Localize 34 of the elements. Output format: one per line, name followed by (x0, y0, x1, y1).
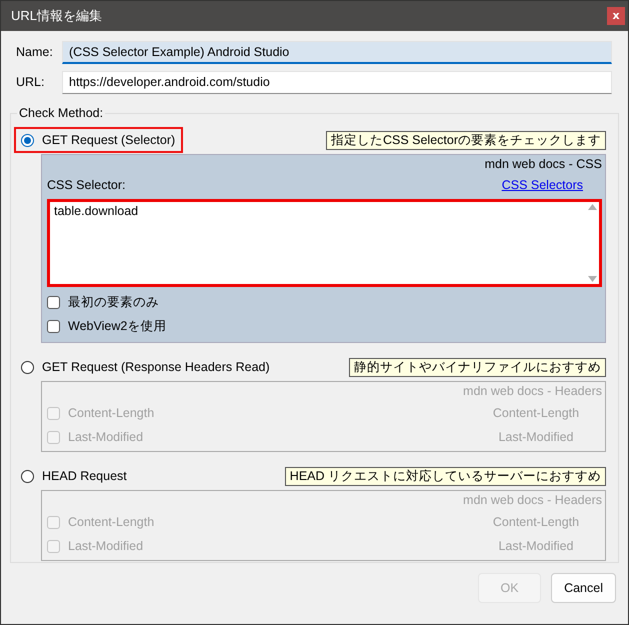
checkbox-label: Last-Modified (68, 539, 144, 553)
checkbox-label: Content-Length (68, 406, 156, 420)
checkbox[interactable] (47, 406, 60, 420)
docs-link[interactable]: CSS Selectors (502, 178, 583, 192)
checkbox[interactable] (47, 320, 60, 332)
field-label: URL: (16, 75, 46, 89)
radio-option[interactable]: GET Request (Response Headers Read) (14, 354, 278, 380)
window-title: URL情報を編集 (11, 7, 102, 25)
dialog-button[interactable]: Cancel (551, 573, 616, 603)
checkbox-label: WebView2を使用 (68, 318, 168, 334)
checkbox-label: 最初の要素のみ (68, 294, 160, 310)
caption-text: mdn web docs - Headers (462, 384, 602, 400)
caption-text: mdn web docs - Headers (462, 493, 602, 509)
scroll-up-icon[interactable] (588, 204, 596, 210)
checkbox-label: Content-Length (68, 515, 156, 529)
caption-text: mdn web docs - CSS (484, 157, 602, 173)
selector-field[interactable]: table.download (47, 199, 602, 287)
checkbox[interactable] (47, 296, 60, 308)
close-button[interactable]: x (607, 7, 625, 25)
text-field[interactable]: https://developer.android.com/studio (62, 70, 612, 94)
checkbox[interactable] (47, 430, 60, 444)
radio-option[interactable]: HEAD Request (14, 463, 135, 489)
checkbox[interactable] (47, 516, 60, 528)
checkbox[interactable] (47, 540, 60, 552)
hint-label: 静的サイトやバイナリファイルにおすすめ (349, 358, 606, 376)
field-label: Name: (16, 45, 54, 59)
hint-label: 指定したCSS Selectorの要素をチェックします (326, 130, 606, 150)
radio-option[interactable]: GET Request (Selector) (14, 127, 184, 153)
scroll-down-icon[interactable] (588, 276, 596, 282)
selector-label: CSS Selector: (47, 178, 126, 192)
hint-label: HEAD リクエストに対応しているサーバーにおすすめ (284, 466, 606, 486)
text-field[interactable]: (CSS Selector Example) Android Studio (62, 40, 612, 64)
group-legend: Check Method: (17, 106, 106, 120)
checkbox-label: Last-Modified (68, 430, 144, 444)
